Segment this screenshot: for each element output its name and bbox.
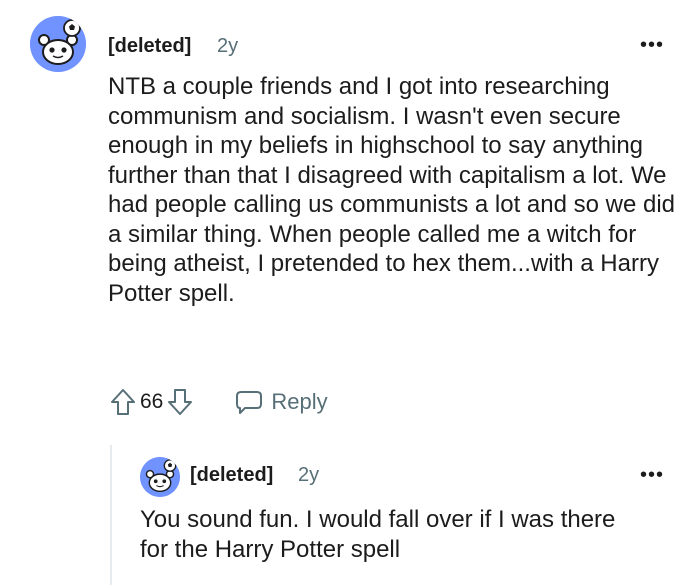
comment-age[interactable]: 2y [298, 464, 319, 487]
avatar[interactable] [30, 16, 86, 72]
vote-score: 66 [140, 390, 164, 413]
reply-button[interactable]: Reply [235, 389, 328, 415]
comment-body: You sound fun. I would fall over if I wa… [140, 506, 616, 563]
reddit-snoo-icon [30, 16, 86, 72]
more-options-button[interactable]: ••• [640, 465, 664, 485]
reply-label: Reply [271, 389, 328, 414]
comment-action-bar: 66 Reply [108, 387, 328, 417]
avatar[interactable] [140, 457, 180, 497]
downvote-button[interactable] [165, 387, 195, 417]
comment-age[interactable]: 2y [217, 35, 238, 58]
reddit-snoo-icon [140, 457, 180, 497]
thread-line[interactable] [110, 445, 112, 585]
speech-bubble-icon [236, 391, 263, 414]
more-options-button[interactable]: ••• [640, 35, 664, 55]
comment-author[interactable]: [deleted] [190, 464, 273, 487]
upvote-button[interactable] [108, 387, 138, 417]
comment-thread: [deleted] 2y ••• NTB a couple friends an… [0, 0, 700, 585]
downvote-arrow-icon [168, 389, 193, 415]
upvote-arrow-icon [111, 389, 135, 415]
comment-body: NTB a couple friends and I got into rese… [108, 73, 675, 307]
comment-author[interactable]: [deleted] [108, 35, 191, 58]
